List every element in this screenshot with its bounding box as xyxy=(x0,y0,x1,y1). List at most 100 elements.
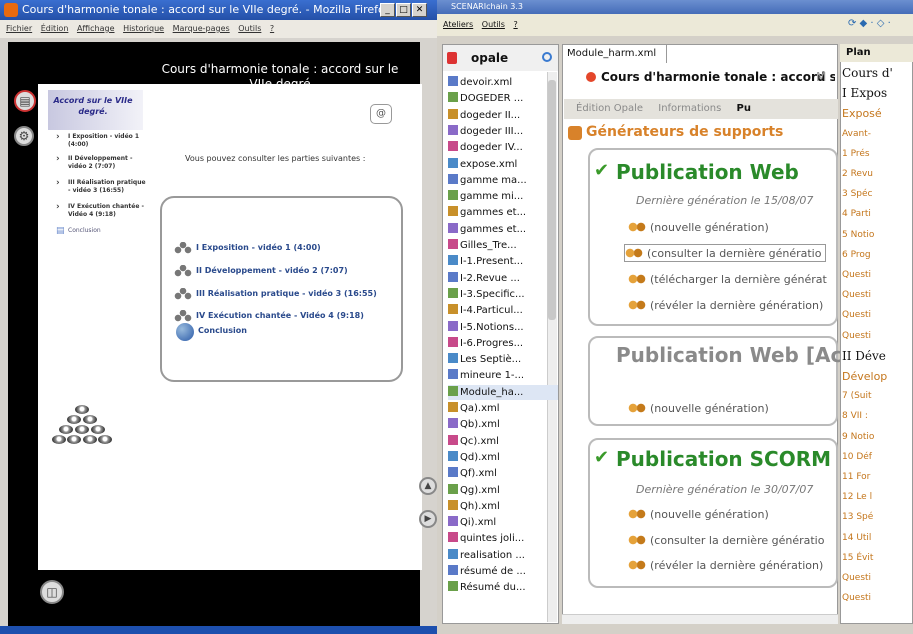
plan-item[interactable]: Exposé xyxy=(842,106,913,121)
tree-item[interactable]: Qb).xml xyxy=(448,417,558,432)
tree-item[interactable]: gammes et... xyxy=(448,222,558,237)
sidebar-item-developpement[interactable]: › II Développement - vidéo 2 (7:07) xyxy=(56,155,146,171)
tree-item[interactable]: dogeder IV... xyxy=(448,140,558,155)
tree-item[interactable]: mineure 1-... xyxy=(448,368,558,383)
tree-item[interactable]: Les Septiè... xyxy=(448,352,558,367)
action-nouvelle-generation[interactable]: (nouvelle génération) xyxy=(628,400,769,418)
tree-item[interactable]: Qc).xml xyxy=(448,434,558,449)
plan-item[interactable]: Questi xyxy=(842,268,913,283)
tree-item[interactable]: quintes joli... xyxy=(448,531,558,546)
menu-ateliers[interactable]: Ateliers xyxy=(443,20,473,29)
tree-item[interactable]: I-1.Present... xyxy=(448,254,558,269)
minimize-button[interactable]: _ xyxy=(380,3,395,17)
action-nouvelle-generation[interactable]: (nouvelle génération) xyxy=(628,506,769,524)
part-link-exposition[interactable]: I Exposition - vidéo 1 (4:00) xyxy=(172,238,321,258)
plan-item[interactable]: 12 Le l xyxy=(842,490,913,505)
tree-item[interactable]: Qi).xml xyxy=(448,515,558,530)
plan-item[interactable]: Dévelop xyxy=(842,369,913,384)
editor-scrollbar[interactable] xyxy=(562,614,838,624)
tab-edition-opale[interactable]: Édition Opale xyxy=(576,103,643,114)
editor-file-tab[interactable]: Module_harm.xml xyxy=(563,45,667,63)
plan-item[interactable]: Questi xyxy=(842,571,913,586)
toolbar-icons[interactable]: ⟳ ◆ · ◇ · xyxy=(848,18,908,32)
tree-item[interactable]: I-3.Specific... xyxy=(448,287,558,302)
tree-item[interactable]: résumé de ... xyxy=(448,564,558,579)
menu-edition[interactable]: Édition xyxy=(41,24,69,33)
plan-item[interactable]: Questi xyxy=(842,308,913,323)
part-link-developpement[interactable]: II Développement - vidéo 2 (7:07) xyxy=(172,261,348,281)
tree-item[interactable]: I-2.Revue ... xyxy=(448,271,558,286)
tree-item[interactable]: devoir.xml xyxy=(448,75,558,90)
sidebar-item-execution[interactable]: › IV Exécution chantée - Vidéo 4 (9:18) xyxy=(56,203,146,219)
tab-publication[interactable]: Pu xyxy=(737,103,751,114)
tree-menu-icon[interactable] xyxy=(542,52,552,62)
plan-item[interactable]: Avant- xyxy=(842,127,913,142)
plan-item[interactable]: 2 Revu xyxy=(842,167,913,182)
tree-item[interactable]: Qf).xml xyxy=(448,466,558,481)
plan-item[interactable]: 6 Prog xyxy=(842,248,913,263)
sidebar-item-realisation[interactable]: › III Réalisation pratique - vidéo 3 (16:… xyxy=(56,179,146,195)
tree-item[interactable]: Résumé du... xyxy=(448,580,558,595)
plan-item[interactable]: Questi xyxy=(842,329,913,344)
sidebar-item-exposition[interactable]: › I Exposition - vidéo 1 (4:00) xyxy=(56,133,146,149)
previous-icon[interactable]: ▲ xyxy=(419,477,437,495)
tree-item[interactable]: I-4.Particul... xyxy=(448,303,558,318)
tree-item[interactable]: Qh).xml xyxy=(448,499,558,514)
info-badge[interactable]: @ xyxy=(370,104,392,124)
sidebar-item-conclusion[interactable]: ▤ Conclusion xyxy=(56,227,146,236)
plan-item[interactable]: 11 For xyxy=(842,470,913,485)
plan-item[interactable]: I Expos xyxy=(842,86,913,101)
tree-item[interactable]: gamme ma... xyxy=(448,173,558,188)
plan-item[interactable]: II Déve xyxy=(842,349,913,364)
action-consulter[interactable]: (consulter la dernière génératio xyxy=(624,244,827,262)
plan-item[interactable]: 7 (Suit xyxy=(842,389,913,404)
plan-item[interactable]: 1 Prés xyxy=(842,147,913,162)
tree-item[interactable]: realisation ... xyxy=(448,548,558,563)
tree-item[interactable]: gammes et... xyxy=(448,205,558,220)
menu-fichier[interactable]: Fichier xyxy=(6,24,32,33)
tree-item[interactable]: Qd).xml xyxy=(448,450,558,465)
plan-item[interactable]: 8 VII : xyxy=(842,409,913,424)
home-icon[interactable]: ◫ xyxy=(40,580,64,604)
next-icon[interactable]: ▶ xyxy=(419,510,437,528)
menu-outils[interactable]: Outils xyxy=(238,24,261,33)
tree-item[interactable]: Qa).xml xyxy=(448,401,558,416)
tree-item[interactable]: dogeder III... xyxy=(448,124,558,139)
tree-item[interactable]: expose.xml xyxy=(448,157,558,172)
tree-item[interactable]: dogeder II... xyxy=(448,108,558,123)
menu-help[interactable]: ? xyxy=(270,24,274,33)
menu-historique[interactable]: Historique xyxy=(123,24,164,33)
action-reveler[interactable]: (révéler la dernière génération) xyxy=(628,557,823,575)
tree-item[interactable]: Qg).xml xyxy=(448,483,558,498)
maximize-button[interactable]: □ xyxy=(396,3,411,17)
plan-item[interactable]: 3 Spéc xyxy=(842,187,913,202)
tree-item[interactable]: gamme mi... xyxy=(448,189,558,204)
plan-item[interactable]: 14 Util xyxy=(842,531,913,546)
plan-item[interactable]: 15 Évit xyxy=(842,551,913,566)
plan-item[interactable]: 5 Notio xyxy=(842,228,913,243)
action-consulter[interactable]: (consulter la dernière génératio xyxy=(628,532,824,550)
plan-item[interactable]: 13 Spé xyxy=(842,510,913,525)
action-reveler[interactable]: (révéler la dernière génération) xyxy=(628,297,823,315)
part-link-execution[interactable]: IV Exécution chantée - Vidéo 4 (9:18) xyxy=(172,306,364,326)
plan-item[interactable]: Cours d' xyxy=(842,66,913,81)
plan-item[interactable]: 10 Déf xyxy=(842,450,913,465)
close-button[interactable]: ✕ xyxy=(412,3,427,17)
conclusion-link[interactable]: Conclusion xyxy=(198,326,247,335)
tree-item[interactable]: Gilles_Tre... xyxy=(448,238,558,253)
tab-informations[interactable]: Informations xyxy=(658,103,721,114)
menu-marque-pages[interactable]: Marque-pages xyxy=(173,24,230,33)
document-nav-icon[interactable]: ▤ xyxy=(14,90,36,112)
menu-help[interactable]: ? xyxy=(513,20,517,29)
plan-item[interactable]: 4 Parti xyxy=(842,207,913,222)
menu-outils[interactable]: Outils xyxy=(482,20,505,29)
tree-item[interactable]: DOGEDER ... xyxy=(448,91,558,106)
menu-affichage[interactable]: Affichage xyxy=(77,24,115,33)
plan-item[interactable]: Questi xyxy=(842,591,913,606)
plan-item[interactable]: Questi xyxy=(842,288,913,303)
part-link-realisation[interactable]: III Réalisation pratique - vidéo 3 (16:5… xyxy=(172,284,377,304)
tree-item[interactable]: I-5.Notions... xyxy=(448,320,558,335)
action-telecharger[interactable]: (télécharger la dernière générat xyxy=(628,271,827,289)
action-nouvelle-generation[interactable]: (nouvelle génération) xyxy=(628,219,769,237)
tree-item[interactable]: I-6.Progres... xyxy=(448,336,558,351)
